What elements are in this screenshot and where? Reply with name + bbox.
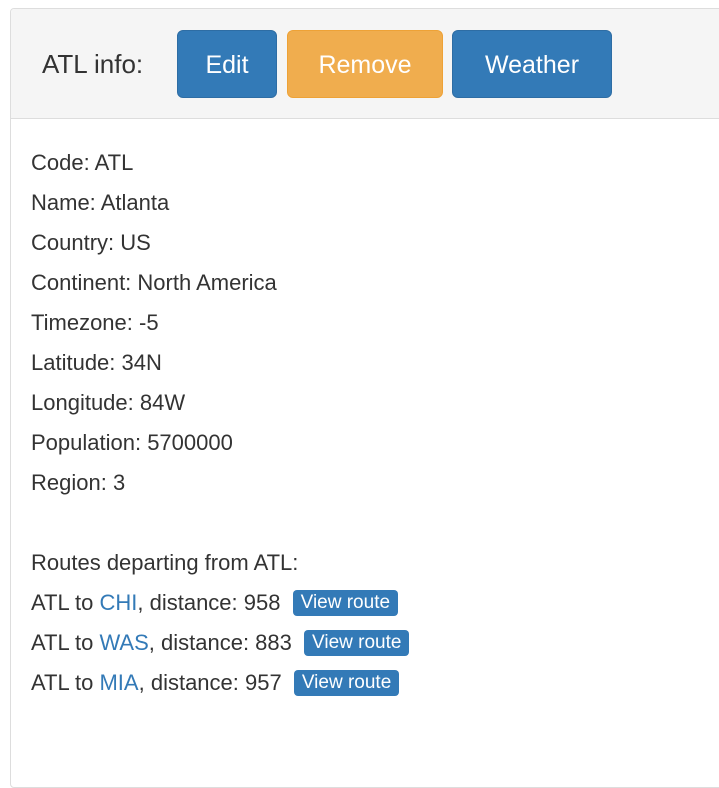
route-prefix: ATL to: [31, 590, 100, 615]
info-region: Region: 3: [31, 470, 126, 495]
panel-body: Code: ATL Name: Atlanta Country: US Cont…: [31, 143, 410, 703]
route-destination-link[interactable]: WAS: [99, 630, 148, 655]
info-country: Country: US: [31, 230, 151, 255]
info-name: Name: Atlanta: [31, 190, 170, 215]
route-prefix: ATL to: [31, 670, 100, 695]
info-timezone: Timezone: -5: [31, 310, 159, 335]
panel-title: ATL info:: [42, 49, 144, 79]
route-item: ATL to MIA, distance: 957 View route: [31, 663, 409, 703]
view-route-button[interactable]: View route: [292, 590, 399, 616]
edit-button[interactable]: Edit: [177, 30, 277, 98]
weather-button[interactable]: Weather: [452, 30, 612, 98]
route-prefix: ATL to: [31, 630, 100, 655]
route-distance: , distance: 958: [137, 590, 281, 615]
info-code: Code: ATL: [31, 150, 134, 175]
info-continent: Continent: North America: [31, 270, 277, 295]
routes-heading: Routes departing from ATL:: [31, 550, 299, 575]
view-route-button[interactable]: View route: [293, 670, 400, 696]
route-destination-link[interactable]: CHI: [99, 590, 137, 615]
route-item: ATL to CHI, distance: 958 View route: [31, 583, 409, 623]
remove-button[interactable]: Remove: [287, 30, 443, 98]
info-longitude: Longitude: 84W: [31, 390, 186, 415]
route-distance: , distance: 957: [138, 670, 282, 695]
route-distance: , distance: 883: [148, 630, 292, 655]
panel-heading: ATL info: Edit Remove Weather: [11, 9, 719, 119]
info-latitude: Latitude: 34N: [31, 350, 162, 375]
route-destination-link[interactable]: MIA: [99, 670, 138, 695]
view-route-button[interactable]: View route: [304, 630, 410, 656]
info-population: Population: 5700000: [31, 430, 233, 455]
route-item: ATL to WAS, distance: 883 View route: [31, 623, 410, 663]
